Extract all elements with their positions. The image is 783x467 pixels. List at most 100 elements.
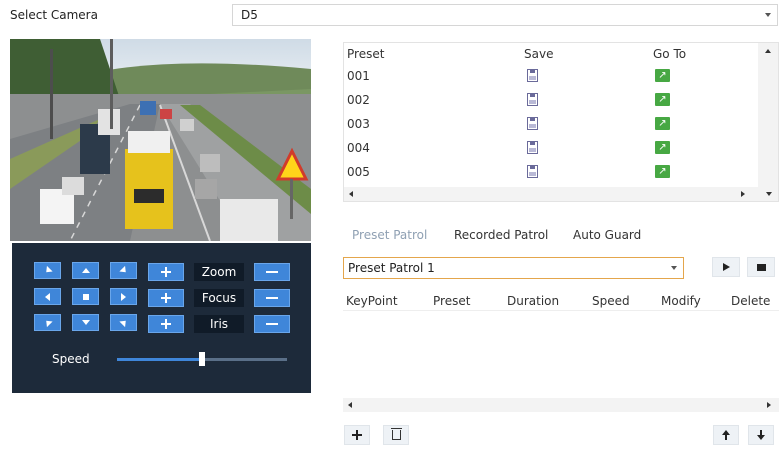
zoom-label: Zoom [194, 263, 244, 281]
stop-patrol-button[interactable] [747, 257, 775, 277]
floppy-disk-icon[interactable] [527, 165, 538, 178]
live-video-view[interactable] [10, 39, 311, 241]
stop-square-icon [82, 293, 89, 300]
floppy-disk-icon[interactable] [527, 69, 538, 82]
keypoint-horizontal-scrollbar[interactable] [343, 398, 779, 412]
focus-near-button[interactable] [148, 289, 184, 307]
scroll-right-icon[interactable] [741, 191, 745, 197]
traffic-camera-image [10, 39, 311, 241]
preset-table: Preset Save Go To 001 ↗ 002 ↗ 003 ↗ 004 … [343, 42, 779, 202]
table-row[interactable]: 004 ↗ [344, 137, 758, 161]
arrow-up-left-icon [42, 265, 53, 276]
floppy-disk-icon[interactable] [527, 93, 538, 106]
scroll-down-icon[interactable] [766, 192, 772, 196]
preset-number: 001 [347, 69, 370, 83]
ptz-down-button[interactable] [72, 314, 99, 331]
ptz-down-left-button[interactable] [34, 314, 61, 331]
preset-horizontal-scrollbar[interactable] [344, 187, 778, 201]
plus-icon [161, 293, 171, 303]
tab-auto-guard[interactable]: Auto Guard [573, 228, 641, 242]
zoom-out-button[interactable] [254, 263, 290, 281]
zoom-in-button[interactable] [148, 263, 184, 281]
minus-icon [266, 297, 278, 299]
arrow-down-icon [81, 320, 90, 325]
focus-far-button[interactable] [254, 289, 290, 307]
keypoint-column-header: KeyPoint [346, 294, 398, 308]
ptz-left-button[interactable] [34, 288, 61, 305]
arrow-up-icon [721, 430, 731, 440]
ptz-right-button[interactable] [110, 288, 137, 305]
arrow-up-icon [81, 268, 90, 273]
stop-icon [756, 263, 766, 271]
add-keypoint-button[interactable] [344, 425, 370, 445]
goto-column-header: Go To [653, 47, 687, 61]
chevron-down-icon [671, 266, 677, 270]
plus-icon [161, 267, 171, 277]
arrow-goto-icon[interactable]: ↗ [655, 141, 670, 154]
arrow-goto-icon[interactable]: ↗ [655, 93, 670, 106]
iris-open-button[interactable] [148, 315, 184, 333]
table-row[interactable]: 001 ↗ [344, 65, 758, 89]
plus-icon [161, 319, 171, 329]
delete-column-header: Delete [731, 294, 771, 308]
duration-column-header: Duration [507, 294, 560, 308]
arrow-goto-icon[interactable]: ↗ [655, 165, 670, 178]
scroll-right-icon[interactable] [767, 402, 771, 408]
arrow-right-icon [121, 292, 126, 301]
arrow-down-icon [756, 430, 766, 440]
scroll-left-icon[interactable] [349, 191, 353, 197]
modify-column-header: Modify [661, 294, 701, 308]
ptz-stop-button[interactable] [72, 288, 99, 305]
ptz-up-right-button[interactable] [110, 262, 137, 279]
preset-column-header: Preset [347, 47, 385, 61]
play-icon [722, 263, 730, 271]
camera-select[interactable]: D5 [232, 4, 778, 26]
table-row[interactable]: 003 ↗ [344, 113, 758, 137]
preset-column-header: Preset [433, 294, 471, 308]
speed-slider-thumb[interactable] [199, 352, 205, 366]
tab-recorded-patrol[interactable]: Recorded Patrol [454, 228, 548, 242]
camera-select-value: D5 [241, 8, 258, 22]
arrow-goto-icon[interactable]: ↗ [655, 117, 670, 130]
ptz-up-left-button[interactable] [34, 262, 61, 279]
preset-number: 005 [347, 165, 370, 179]
preset-number: 004 [347, 141, 370, 155]
floppy-disk-icon[interactable] [527, 117, 538, 130]
patrol-select[interactable]: Preset Patrol 1 [343, 257, 684, 279]
preset-number: 002 [347, 93, 370, 107]
speed-slider-fill [117, 358, 202, 361]
arrow-goto-icon[interactable]: ↗ [655, 69, 670, 82]
floppy-disk-icon[interactable] [527, 141, 538, 154]
iris-label: Iris [194, 315, 244, 333]
save-column-header: Save [524, 47, 554, 61]
speed-column-header: Speed [592, 294, 630, 308]
patrol-select-value: Preset Patrol 1 [348, 261, 435, 275]
select-camera-label: Select Camera [10, 8, 98, 22]
table-row[interactable]: 002 ↗ [344, 89, 758, 113]
ptz-down-right-button[interactable] [110, 314, 137, 331]
table-row[interactable]: 005 ↗ [344, 161, 758, 185]
move-up-button[interactable] [713, 425, 739, 445]
preset-vertical-scrollbar[interactable] [758, 43, 778, 201]
iris-close-button[interactable] [254, 315, 290, 333]
arrow-up-right-icon [118, 265, 129, 276]
speed-label: Speed [52, 352, 90, 366]
arrow-down-right-icon [118, 317, 129, 328]
arrow-down-left-icon [42, 317, 53, 328]
trash-icon [390, 428, 402, 440]
delete-keypoint-button[interactable] [383, 425, 409, 445]
focus-label: Focus [194, 289, 244, 307]
tab-preset-patrol[interactable]: Preset Patrol [352, 228, 427, 242]
chevron-down-icon [765, 13, 771, 17]
scroll-up-icon[interactable] [765, 49, 771, 53]
move-down-button[interactable] [748, 425, 774, 445]
minus-icon [266, 271, 278, 273]
minus-icon [266, 323, 278, 325]
start-patrol-button[interactable] [712, 257, 740, 277]
arrow-left-icon [45, 292, 50, 301]
scroll-left-icon[interactable] [348, 402, 352, 408]
preset-number: 003 [347, 117, 370, 131]
ptz-up-button[interactable] [72, 262, 99, 279]
plus-icon [352, 430, 362, 440]
ptz-control-panel: Zoom Focus Iris Speed [12, 243, 311, 393]
